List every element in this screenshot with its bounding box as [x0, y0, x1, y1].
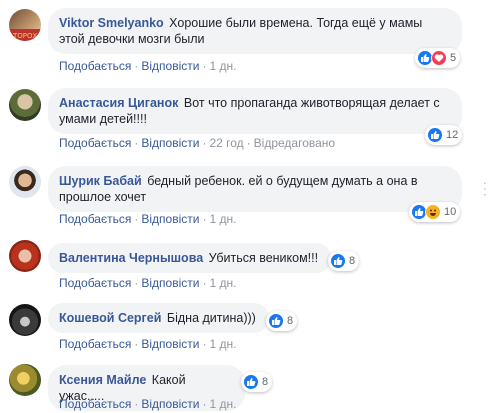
like-link[interactable]: Подобається [59, 337, 131, 351]
comment-time[interactable]: 1 дн. [209, 397, 236, 411]
comment-author[interactable]: Анастасия Циганок [59, 96, 178, 110]
comment-author[interactable]: Кошевой Сергей [59, 311, 161, 325]
like-icon [330, 253, 346, 269]
avatar[interactable] [9, 166, 41, 198]
comment-actions: Подобається · Відповісти · 1 дн. [59, 212, 237, 226]
comment-author[interactable]: Ксения Майле [59, 373, 146, 387]
avatar[interactable]: ТОРОХ [9, 9, 41, 41]
reaction-summary[interactable]: 8 [328, 251, 360, 271]
reaction-count: 8 [287, 315, 294, 327]
reaction-count: 8 [262, 376, 269, 388]
reaction-summary[interactable]: 5 [415, 48, 461, 68]
comment-time[interactable]: 22 год [209, 136, 243, 150]
reply-link[interactable]: Відповісти [141, 337, 199, 351]
comment-bubble: Viktor Smelyanko Хорошие были времена. Т… [48, 8, 462, 54]
reply-link[interactable]: Відповісти [141, 276, 199, 290]
like-icon [268, 313, 284, 329]
reaction-count: 12 [446, 129, 459, 141]
reaction-count: 10 [444, 206, 457, 218]
avatar[interactable] [9, 89, 41, 121]
avatar[interactable] [9, 240, 41, 272]
svg-text:ТОРОХ: ТОРОХ [12, 32, 38, 40]
comment-actions: Подобається · Відповісти · 1 дн. [59, 59, 237, 73]
like-link[interactable]: Подобається [59, 276, 131, 290]
comment-time[interactable]: 1 дн. [209, 337, 236, 351]
comment-actions: Подобається · Відповісти · 1 дн. [59, 397, 237, 411]
avatar[interactable] [9, 364, 41, 396]
comment-actions: Подобається · Відповісти · 1 дн. [59, 337, 237, 351]
comment-text: Бідна дитина))) [166, 311, 256, 325]
reaction-count: 5 [450, 52, 457, 64]
edited-label[interactable]: Відредаговано [254, 136, 335, 150]
more-options-icon[interactable]: ··· [478, 181, 494, 198]
comment-actions: Подобається · Відповісти · 1 дн. [59, 276, 237, 290]
comment-actions: Подобається · Відповісти · 22 год · Відредагов… [59, 136, 336, 150]
avatar-image: ТОРОХ [9, 29, 41, 41]
avatar[interactable] [9, 304, 41, 336]
like-icon [427, 127, 443, 143]
comment-time[interactable]: 1 дн. [209, 59, 236, 73]
reply-link[interactable]: Відповісти [141, 212, 199, 226]
comment-author[interactable]: Шурик Бабай [59, 174, 142, 188]
comment-time[interactable]: 1 дн. [209, 212, 236, 226]
love-icon [431, 50, 447, 66]
comment-text: Убиться веником!!! [208, 251, 319, 265]
reply-link[interactable]: Відповісти [141, 59, 199, 73]
like-link[interactable]: Подобається [59, 397, 131, 411]
comment-author[interactable]: Валентина Чернышова [59, 251, 203, 265]
reply-link[interactable]: Відповісти [141, 136, 199, 150]
comment-author[interactable]: Viktor Smelyanko [59, 16, 164, 30]
like-link[interactable]: Подобається [59, 212, 131, 226]
reaction-count: 8 [349, 255, 356, 267]
like-icon [243, 374, 259, 390]
comment-bubble: Валентина Чернышова Убиться веником!!! [48, 243, 331, 273]
reaction-summary[interactable]: 12 [425, 125, 463, 145]
comment-bubble: Кошевой Сергей Бідна дитина))) [48, 303, 269, 333]
comment-bubble: Анастасия Циганок Вот что пропаганда жив… [48, 88, 462, 134]
comment-time[interactable]: 1 дн. [209, 276, 236, 290]
comment-bubble: Шурик Бабай бедный ребенок. ей о будущем… [48, 166, 462, 212]
like-link[interactable]: Подобається [59, 59, 131, 73]
reaction-summary[interactable]: 8 [241, 372, 273, 392]
like-link[interactable]: Подобається [59, 136, 131, 150]
haha-icon [425, 204, 441, 220]
reaction-summary[interactable]: 10 [409, 202, 461, 222]
reply-link[interactable]: Відповісти [141, 397, 199, 411]
reaction-summary[interactable]: 8 [266, 311, 298, 331]
